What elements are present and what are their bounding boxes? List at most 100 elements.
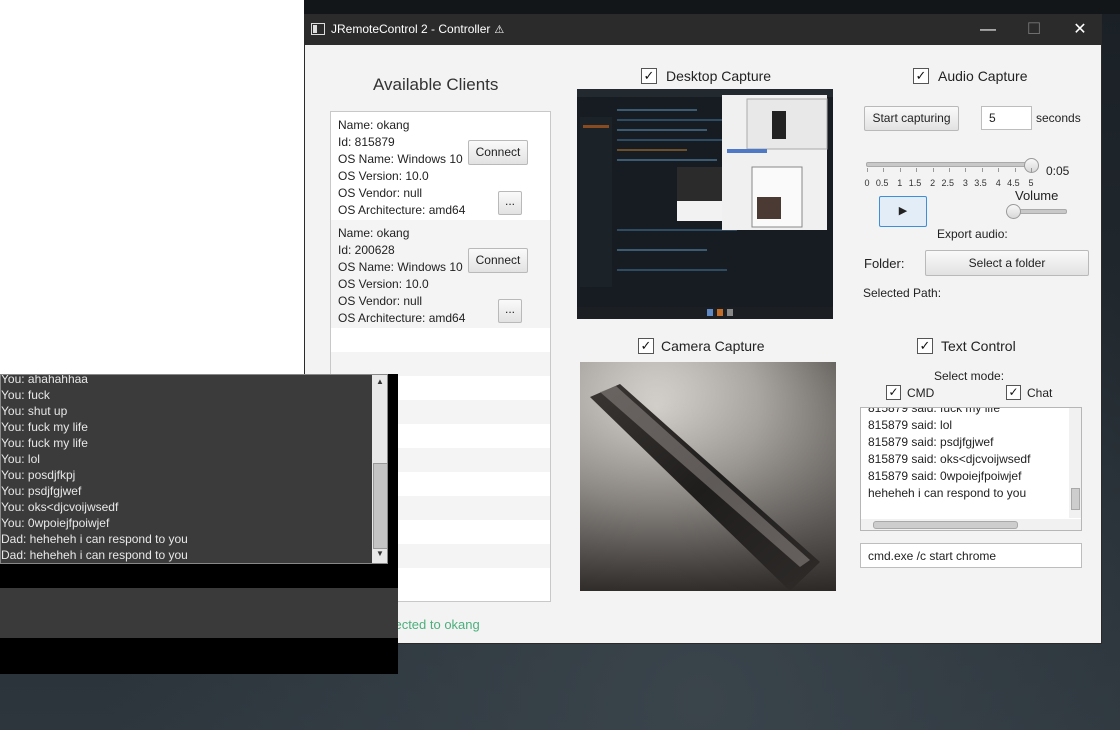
log-line: heheheh i can respond to you [868,486,1027,500]
warning-icon: ⚠ [494,24,505,36]
seconds-input[interactable] [981,106,1032,130]
desktop-screenshot-image [577,89,833,319]
horizontal-scroll-thumb[interactable] [873,521,1018,529]
camera-capture-checkbox[interactable]: ✓ [638,338,654,354]
clients-heading: Available Clients [373,75,499,94]
minimize-button[interactable]: — [965,15,1011,45]
duration-tick-label: 5 [1028,178,1034,188]
duration-tick [899,168,901,172]
duration-tick [916,168,918,172]
client-details-button[interactable]: ... [498,299,522,323]
client-id: Id: 815879 [338,135,395,149]
chat-line: You: fuck my life [1,436,88,450]
client-name: Name: okang [338,226,410,240]
window-title: JRemoteControl 2 - Controller ⚠ [331,22,504,36]
duration-tick [998,168,1000,172]
client-name: Name: okang [338,118,410,132]
chat-scroll-thumb[interactable] [373,463,387,549]
vertical-scroll-thumb[interactable] [1071,488,1080,510]
audio-capture-label: Audio Capture [938,68,1028,84]
chat-mode-checkbox[interactable]: ✓ [1006,385,1021,400]
command-input[interactable] [860,543,1082,568]
camera-image [580,362,836,591]
chat-line: You: ahahahhaa [1,374,88,386]
duration-tick-label: 4.5 [1007,178,1020,188]
chat-line: You: posdjfkpj [1,468,76,482]
duration-tick-label: 4 [995,178,1001,188]
chat-history[interactable]: You: ahahahhaa You: fuck You: shut up Yo… [0,374,388,564]
client-os-version: OS Version: 10.0 [338,169,429,183]
log-line: 815879 said: lol [868,418,953,432]
duration-readout: 0:05 [1046,164,1070,178]
duration-tick-label: 2.5 [941,178,955,188]
client-card[interactable]: Name: okang Id: 200628 OS Name: Windows … [331,220,550,328]
desktop-capture-preview [577,89,833,319]
duration-tick [1031,168,1032,172]
close-button[interactable]: ✕ [1057,15,1103,45]
seconds-label: seconds [1036,111,1081,125]
cmd-mode-label: CMD [907,386,935,400]
audio-capture-checkbox[interactable]: ✓ [913,68,929,84]
chat-window: You: ahahahhaa You: fuck You: shut up Yo… [0,374,398,674]
chat-line: You: 0wpoiejfpoiwjef [1,516,110,530]
client-os-architecture: OS Architecture: amd64 [338,203,466,217]
chat-mode-label: Chat [1027,386,1053,400]
chat-line: Dad: heheheh i can respond to you [1,548,188,562]
selected-path-label: Selected Path: [863,286,942,300]
maximize-button[interactable]: ☐ [1011,15,1057,45]
chat-scrollbar[interactable]: ▲ ▼ [372,375,387,563]
duration-slider-track[interactable] [866,162,1034,167]
volume-slider-thumb[interactable] [1006,204,1021,219]
app-icon [311,23,325,35]
camera-capture-preview [580,362,836,591]
duration-tick-label: 1 [897,178,903,188]
scroll-up-arrow-icon[interactable]: ▲ [372,375,387,389]
desktop-capture-label: Desktop Capture [666,68,772,84]
connect-button[interactable]: Connect [468,248,528,273]
duration-tick [1014,168,1016,172]
log-line: 815879 said: fuck my life [868,407,1001,415]
scroll-down-arrow-icon[interactable]: ▼ [372,547,387,561]
connect-button[interactable]: Connect [468,140,528,165]
duration-tick-label: 0 [864,178,870,188]
log-line: 815879 said: psdjfgjwef [868,435,994,449]
vertical-scrollbar[interactable] [1069,408,1081,518]
chat-line: Dad: heheheh i can respond to you [1,532,188,546]
cmd-mode-checkbox[interactable]: ✓ [886,385,901,400]
desktop-capture-checkbox[interactable]: ✓ [641,68,657,84]
duration-tick [883,168,885,172]
client-details-button[interactable]: ... [498,191,522,215]
select-folder-button[interactable]: Select a folder [925,250,1089,276]
chat-input-bar[interactable] [0,588,398,638]
window-title-text: JRemoteControl 2 - Controller [331,22,491,36]
client-os-version: OS Version: 10.0 [338,277,429,291]
duration-tick-label: 3 [962,178,968,188]
client-os-name: OS Name: Windows 10 [338,260,463,274]
duration-tick [932,168,934,172]
folder-label: Folder: [864,256,905,271]
client-os-name: OS Name: Windows 10 [338,152,463,166]
duration-tick [965,168,967,172]
volume-label: Volume [1015,188,1059,203]
log-line: 815879 said: 0wpoiejfpoiwjef [868,469,1022,483]
client-id: Id: 200628 [338,243,395,257]
duration-tick [867,168,868,172]
text-control-checkbox[interactable]: ✓ [917,338,933,354]
duration-tick [981,168,983,172]
client-os-vendor: OS Vendor: null [338,186,423,200]
play-button[interactable]: ▶ [879,196,927,227]
duration-tick-label: 1.5 [908,178,922,188]
duration-tick-label: 3.5 [974,178,987,188]
start-capturing-button[interactable]: Start capturing [864,106,959,131]
title-bar[interactable]: JRemoteControl 2 - Controller ⚠ — ☐ ✕ [305,15,1101,45]
text-output-area[interactable]: 815879 said: fuck my life 815879 said: l… [860,407,1082,531]
select-mode-label: Select mode: [934,369,1005,383]
duration-tick-label: 0.5 [875,178,889,188]
text-control-label: Text Control [941,338,1016,354]
controller-window: JRemoteControl 2 - Controller ⚠ — ☐ ✕ Ava… [304,14,1102,644]
horizontal-scrollbar[interactable] [861,519,1081,530]
empty-list-row [331,352,550,376]
chat-line: You: fuck my life [1,420,88,434]
client-card[interactable]: Name: okang Id: 815879 OS Name: Windows … [331,112,550,220]
chat-line: You: shut up [1,404,68,418]
